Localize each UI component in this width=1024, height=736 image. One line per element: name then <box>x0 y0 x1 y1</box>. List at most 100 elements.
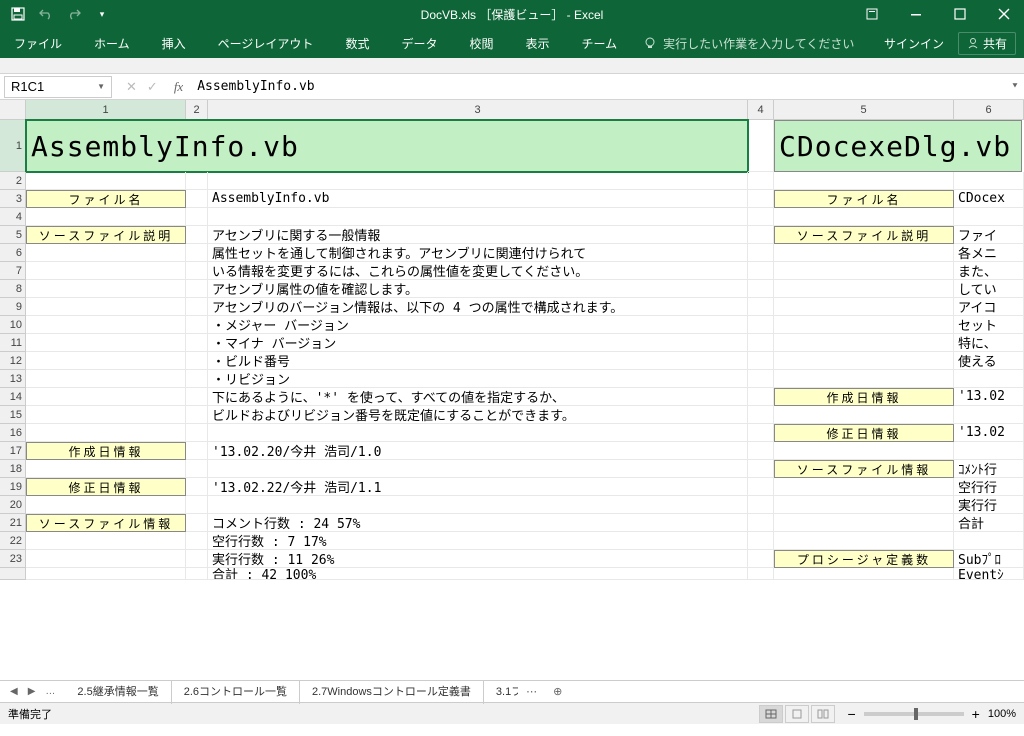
cell[interactable] <box>748 424 774 442</box>
row-header[interactable]: 13 <box>0 370 26 388</box>
row-header[interactable]: 23 <box>0 550 26 568</box>
cell[interactable]: '13.02 <box>954 388 1024 406</box>
cell[interactable] <box>186 190 208 208</box>
qat-more-icon[interactable]: ▾ <box>94 6 110 22</box>
cell-label[interactable]: ソースファイル情報 <box>774 460 954 478</box>
row-header[interactable]: 8 <box>0 280 26 298</box>
row-header[interactable]: 6 <box>0 244 26 262</box>
cell[interactable] <box>748 172 774 190</box>
tab-insert[interactable]: 挿入 <box>156 29 192 58</box>
cell[interactable] <box>208 208 748 226</box>
sheet-tab[interactable]: 2.7Windowsコントロール定義書 <box>300 680 484 704</box>
sheet-tab[interactable]: 2.6コントロール一覧 <box>172 680 300 704</box>
cell[interactable]: アセンブリに関する一般情報 <box>208 226 748 244</box>
cell[interactable] <box>774 478 954 496</box>
cancel-icon[interactable]: ✕ <box>126 79 137 95</box>
cell-title-2[interactable]: CDocexeDlg.vb <box>774 120 1022 172</box>
cell[interactable] <box>748 496 774 514</box>
save-icon[interactable] <box>10 6 26 22</box>
col-header[interactable]: 6 <box>954 100 1024 120</box>
close-button[interactable] <box>984 0 1024 28</box>
view-page-layout-icon[interactable] <box>785 705 809 723</box>
cell[interactable]: 属性セットを通して制御されます。アセンブリに関連付けられて <box>208 244 748 262</box>
cell[interactable] <box>774 352 954 370</box>
cell[interactable] <box>748 442 774 460</box>
new-sheet-icon[interactable]: ⊕ <box>545 685 570 698</box>
col-header[interactable]: 1 <box>26 100 186 120</box>
cell[interactable] <box>186 514 208 532</box>
cell[interactable]: '13.02.22/今井 浩司/1.1 <box>208 478 748 496</box>
row-header[interactable]: 12 <box>0 352 26 370</box>
cell[interactable]: セット <box>954 316 1024 334</box>
cell[interactable] <box>186 370 208 388</box>
cell-label[interactable]: ファイル名 <box>774 190 954 208</box>
cell[interactable] <box>748 208 774 226</box>
cell[interactable] <box>26 352 186 370</box>
cell[interactable]: また、 <box>954 262 1024 280</box>
tab-formulas[interactable]: 数式 <box>339 29 375 58</box>
cell[interactable]: 合計 : 42 100% <box>208 568 748 580</box>
row-header[interactable] <box>0 568 26 580</box>
cell[interactable] <box>186 406 208 424</box>
row-header[interactable]: 5 <box>0 226 26 244</box>
cell[interactable] <box>186 388 208 406</box>
sign-in-link[interactable]: サインイン <box>884 35 944 52</box>
view-normal-icon[interactable] <box>759 705 783 723</box>
cell-title-1[interactable]: AssemblyInfo.vb <box>26 120 748 172</box>
col-header[interactable]: 5 <box>774 100 954 120</box>
cell[interactable]: 合計 <box>954 514 1024 532</box>
cell-label[interactable]: ソースファイル説明 <box>774 226 954 244</box>
zoom-level[interactable]: 100% <box>988 708 1016 720</box>
cell[interactable] <box>186 532 208 550</box>
cell[interactable] <box>186 226 208 244</box>
row-header[interactable]: 9 <box>0 298 26 316</box>
cell[interactable] <box>186 460 208 478</box>
cell[interactable] <box>26 388 186 406</box>
cell[interactable]: Eventｼ <box>954 568 1024 580</box>
cell[interactable] <box>774 244 954 262</box>
tab-view[interactable]: 表示 <box>519 29 555 58</box>
cell[interactable]: してい <box>954 280 1024 298</box>
cell[interactable] <box>748 388 774 406</box>
cell[interactable] <box>186 244 208 262</box>
tab-team[interactable]: チーム <box>576 29 624 58</box>
cell[interactable] <box>774 298 954 316</box>
cell[interactable] <box>748 550 774 568</box>
cell[interactable] <box>748 352 774 370</box>
col-header[interactable]: 4 <box>748 100 774 120</box>
tab-nav-first-icon[interactable]: ◀ <box>10 686 18 697</box>
cell[interactable]: アセンブリ属性の値を確認します。 <box>208 280 748 298</box>
cell[interactable] <box>208 424 748 442</box>
cell[interactable] <box>954 172 1024 190</box>
cell[interactable] <box>748 532 774 550</box>
minimize-button[interactable] <box>896 0 936 28</box>
cell[interactable] <box>186 280 208 298</box>
cell[interactable] <box>954 406 1024 424</box>
formula-expand-icon[interactable]: ⯆ <box>1006 81 1024 92</box>
tab-nav-more-icon[interactable]: … <box>45 686 55 697</box>
select-all-corner[interactable] <box>0 100 26 120</box>
cell[interactable] <box>748 568 774 580</box>
row-header[interactable]: 11 <box>0 334 26 352</box>
row-header[interactable]: 4 <box>0 208 26 226</box>
enter-icon[interactable]: ✓ <box>147 79 158 95</box>
zoom-in-button[interactable]: + <box>972 706 980 722</box>
cell[interactable] <box>186 172 208 190</box>
cell[interactable] <box>748 478 774 496</box>
cell[interactable]: ・リビジョン <box>208 370 748 388</box>
cell[interactable] <box>748 280 774 298</box>
col-header[interactable]: 3 <box>208 100 748 120</box>
cell[interactable]: 特に、 <box>954 334 1024 352</box>
cell[interactable]: '13.02 <box>954 424 1024 442</box>
cell[interactable] <box>748 226 774 244</box>
cell-label[interactable]: ファイル名 <box>26 190 186 208</box>
row-header[interactable]: 21 <box>0 514 26 532</box>
cell[interactable] <box>26 406 186 424</box>
undo-icon[interactable] <box>38 6 54 22</box>
cell[interactable] <box>186 208 208 226</box>
row-header[interactable]: 16 <box>0 424 26 442</box>
cell[interactable] <box>774 406 954 424</box>
cell[interactable] <box>186 568 208 580</box>
cell[interactable] <box>774 280 954 298</box>
row-header[interactable]: 15 <box>0 406 26 424</box>
